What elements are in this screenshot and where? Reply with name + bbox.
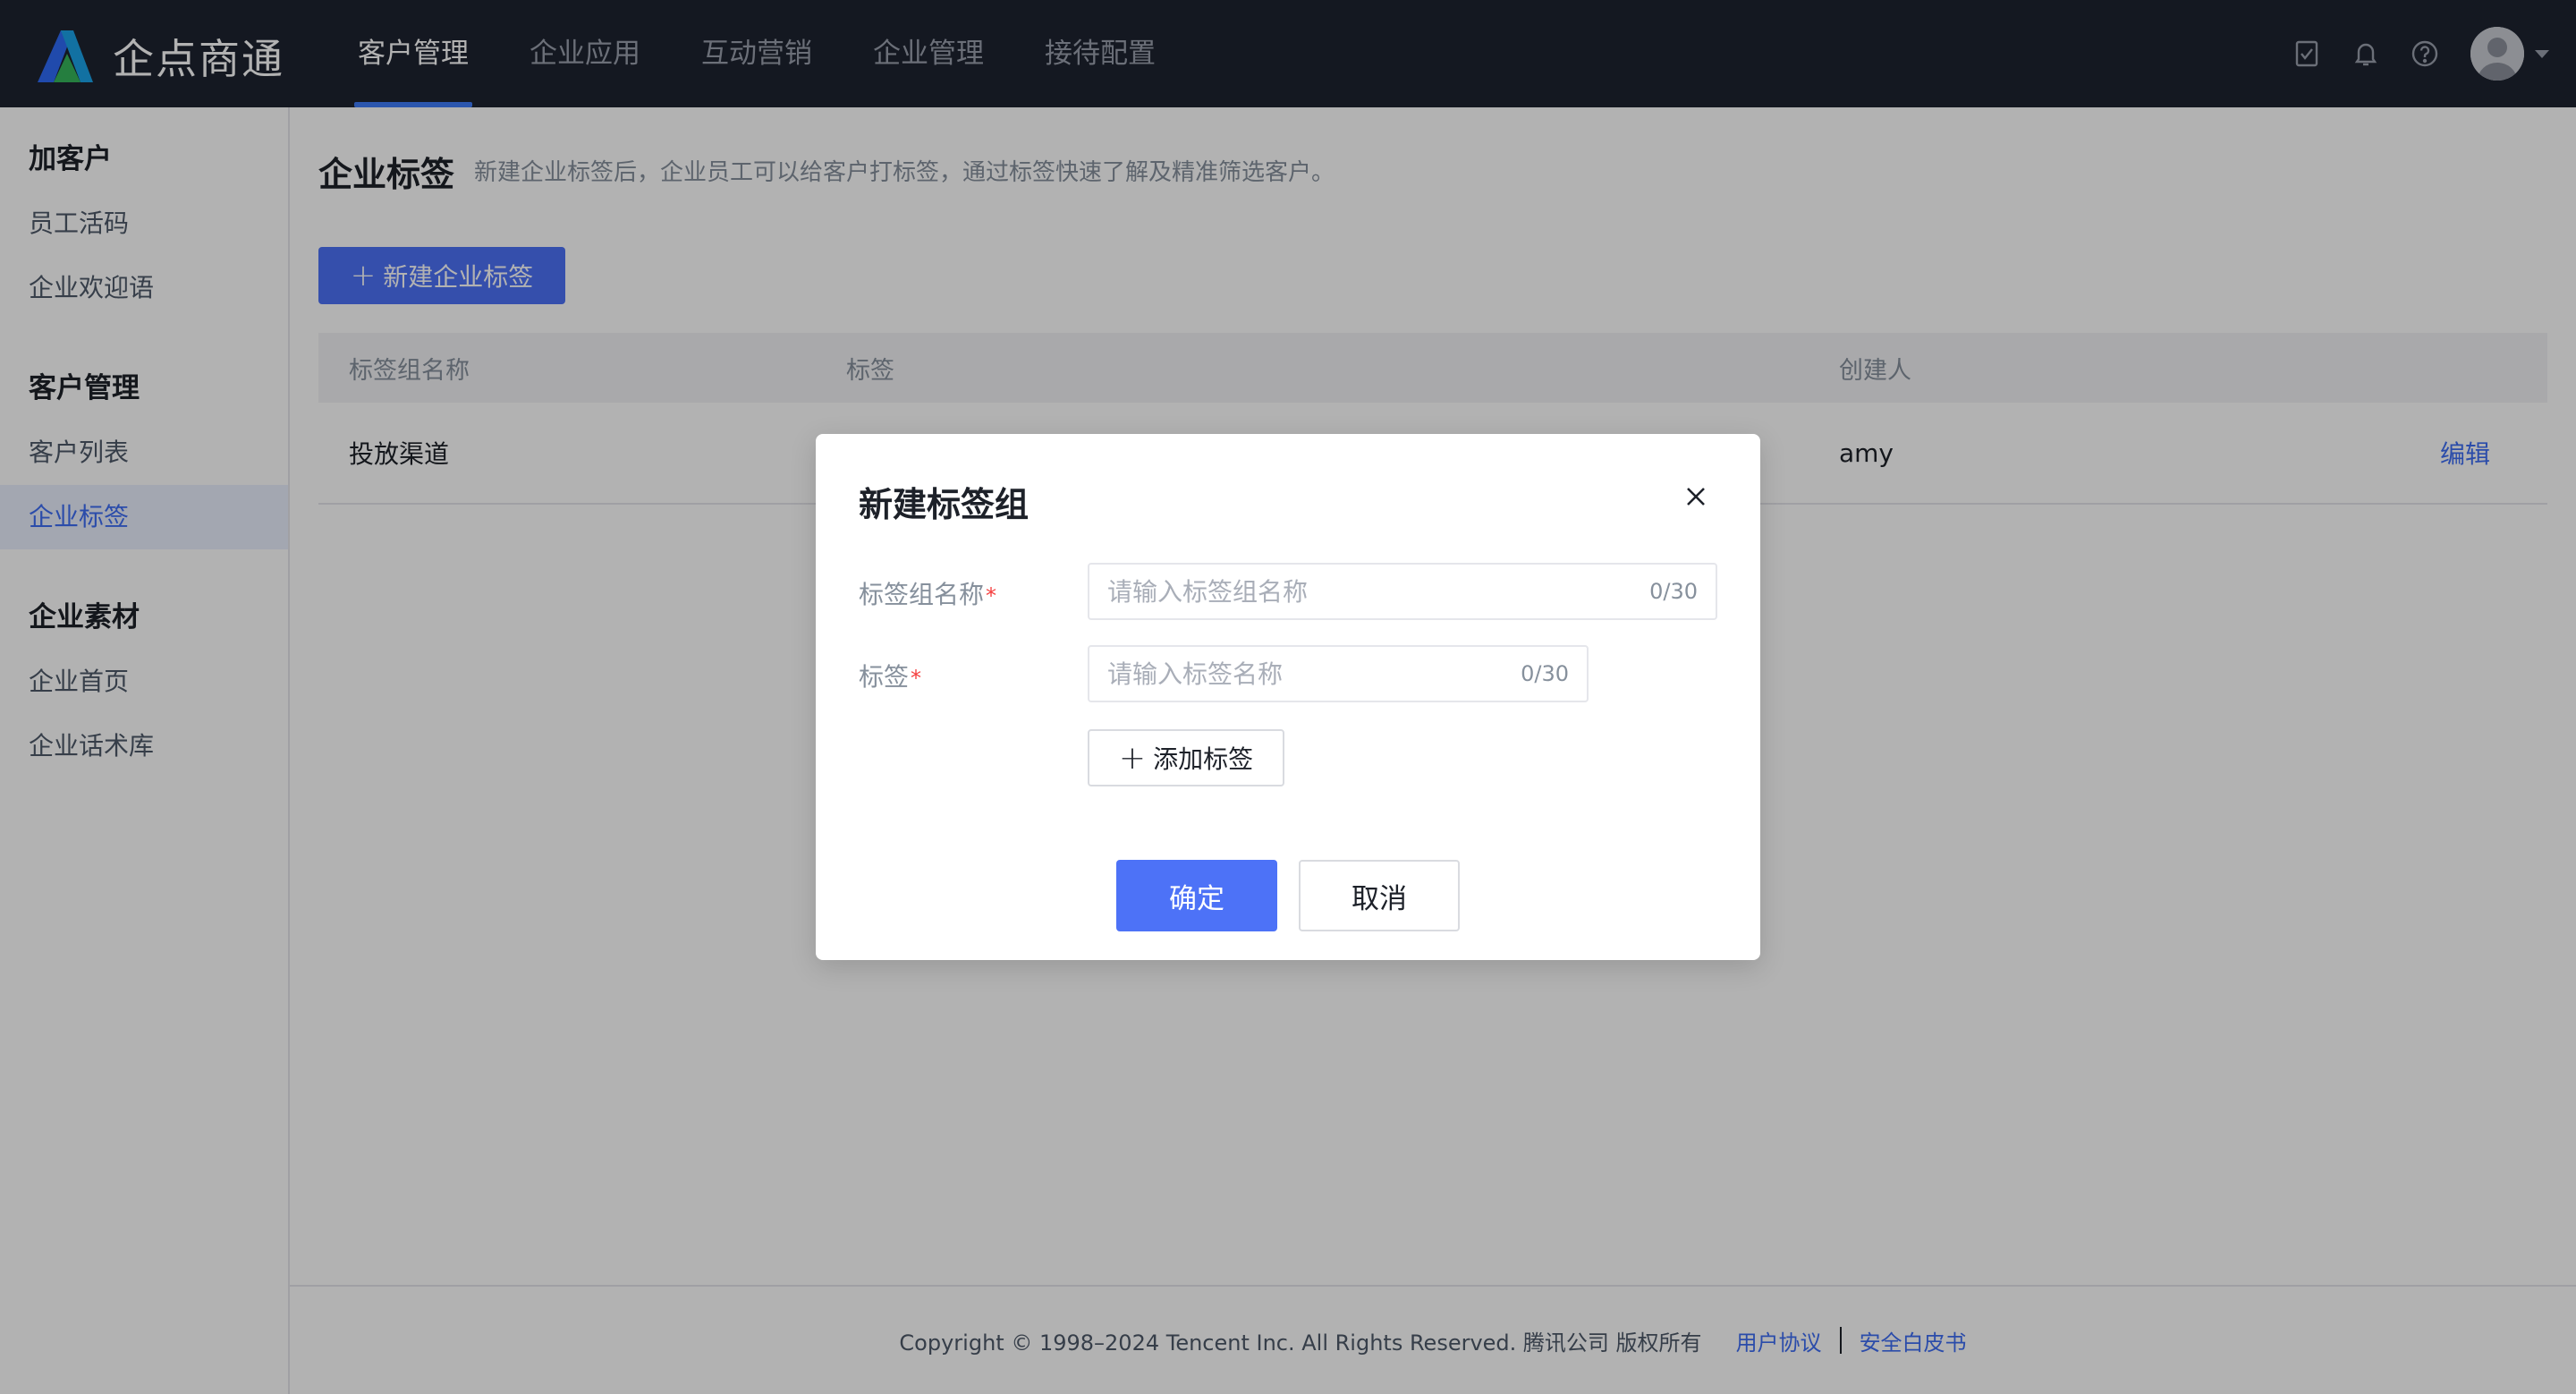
group-name-label-text: 标签组名称 [859,580,985,609]
tag-name-field[interactable]: 0/30 [1088,645,1589,702]
add-tag-label: 添加标签 [1153,744,1254,774]
group-name-field[interactable]: 0/30 [1088,563,1717,620]
tag-name-counter: 0/30 [1521,661,1569,686]
new-tag-group-dialog: 新建标签组 标签组名称* 0/30 标签* 0/30 + 添加标签 确定 取消 [816,434,1760,960]
cancel-button[interactable]: 取消 [1299,860,1460,931]
required-mark: * [911,666,922,691]
group-name-label: 标签组名称* [859,575,996,611]
tag-name-input[interactable] [1107,659,1513,689]
group-name-input[interactable] [1107,576,1641,607]
app-root: 企点商通 客户管理 企业应用 互动营销 企业管理 接待配置 加客户 员工活码 企… [0,0,2576,1394]
close-icon[interactable] [1683,484,1708,509]
tag-label: 标签* [859,658,921,693]
tag-label-text: 标签 [859,662,910,692]
add-tag-button[interactable]: + 添加标签 [1088,729,1284,786]
confirm-button[interactable]: 确定 [1116,860,1277,931]
required-mark: * [986,583,997,608]
dialog-title: 新建标签组 [859,485,1030,524]
plus-icon: + [1118,739,1147,777]
group-name-counter: 0/30 [1649,579,1698,604]
